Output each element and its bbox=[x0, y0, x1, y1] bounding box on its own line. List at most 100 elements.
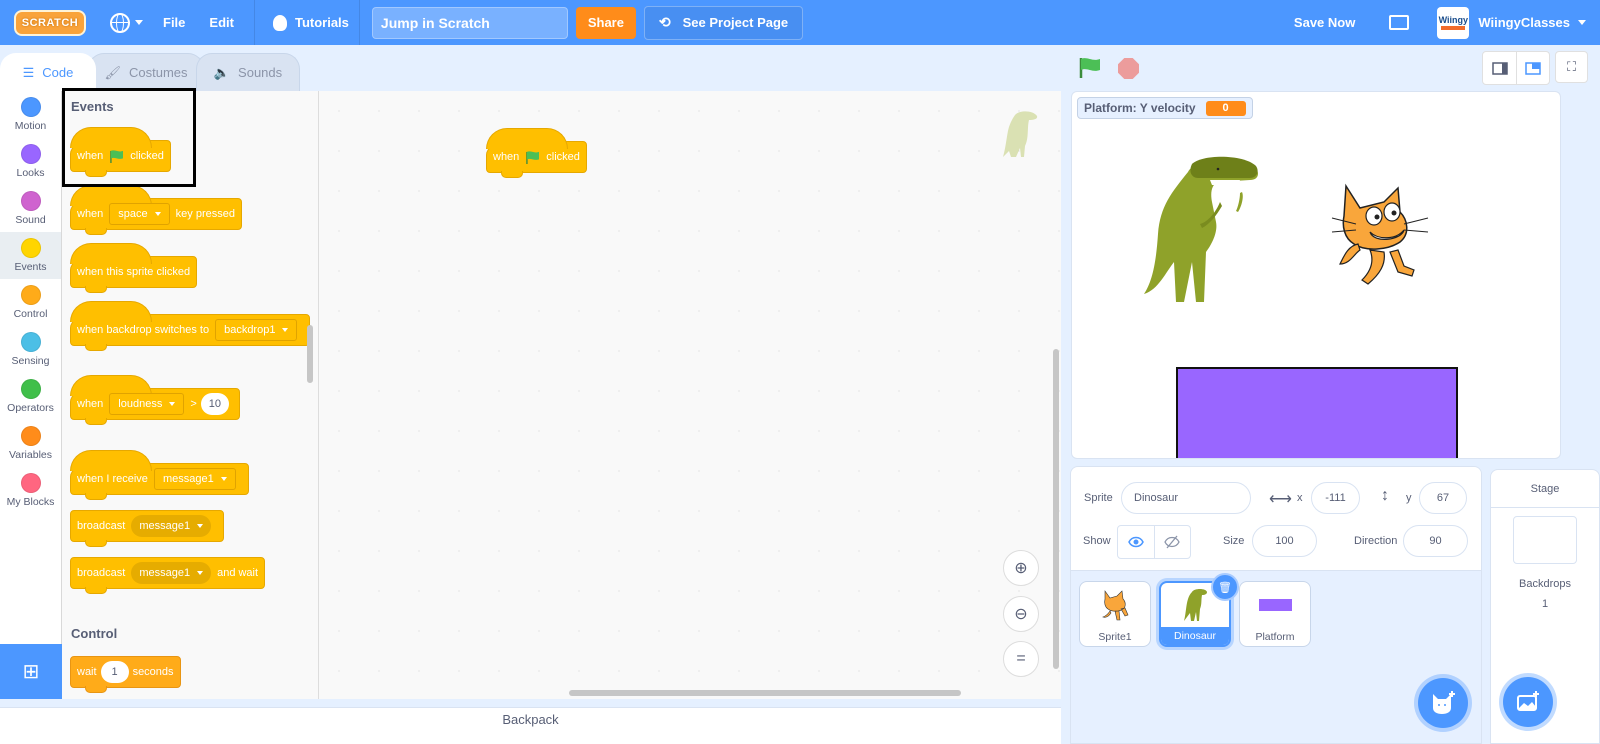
backdrop-thumbnail[interactable] bbox=[1513, 516, 1577, 564]
username[interactable]: WiingyClasses bbox=[1478, 15, 1570, 30]
message-dropdown[interactable]: message1 bbox=[131, 562, 212, 584]
backdrop-dropdown[interactable]: backdrop1 bbox=[215, 319, 298, 341]
visibility-toggle bbox=[1117, 525, 1191, 559]
sprite-tile-sprite1[interactable]: Sprite1 bbox=[1079, 581, 1151, 647]
category-my-blocks[interactable]: My Blocks bbox=[0, 467, 61, 514]
account-chevron-down-icon[interactable] bbox=[1578, 20, 1586, 25]
key-dropdown[interactable]: space bbox=[109, 203, 170, 225]
message-dropdown[interactable]: message1 bbox=[153, 468, 236, 490]
stop-button[interactable] bbox=[1118, 58, 1139, 79]
dropdown-value: message1 bbox=[162, 473, 214, 485]
editor-tabs: ☰ Code 🖌 Costumes 🔈 Sounds bbox=[0, 53, 300, 91]
motion-dot-icon bbox=[20, 97, 41, 117]
show-hidden-button[interactable] bbox=[1155, 526, 1191, 558]
code-workspace[interactable]: when clicked ⊕ ⊖ = bbox=[319, 91, 1061, 699]
backpack[interactable]: Backpack bbox=[0, 707, 1061, 744]
category-label: Operators bbox=[7, 402, 54, 414]
sprite-tile-dinosaur[interactable]: 🗑 Dinosaur bbox=[1159, 573, 1239, 647]
tutorials-button[interactable]: Tutorials bbox=[263, 0, 359, 45]
script-when-flag-clicked[interactable]: when clicked bbox=[486, 128, 587, 178]
direction-input[interactable]: 90 bbox=[1403, 525, 1468, 557]
save-now-button[interactable]: Save Now bbox=[1284, 0, 1365, 45]
zoom-in-button[interactable]: ⊕ bbox=[1003, 550, 1039, 586]
add-extension-icon: ⊞ bbox=[22, 661, 40, 683]
stage-target-pane[interactable]: Stage Backdrops 1 bbox=[1490, 469, 1600, 744]
wait-seconds-input[interactable]: 1 bbox=[100, 661, 129, 683]
category-motion[interactable]: Motion bbox=[0, 91, 61, 138]
category-operators[interactable]: Operators bbox=[0, 373, 61, 420]
scratch-logo[interactable]: SCRATCH bbox=[14, 9, 86, 36]
avatar[interactable]: Wiingy bbox=[1437, 6, 1470, 39]
block-broadcast-and-wait[interactable]: broadcast message1 and wait bbox=[70, 557, 266, 594]
block-when-sprite-clicked[interactable]: when this sprite clicked bbox=[70, 243, 198, 293]
x-position-input[interactable]: -111 bbox=[1311, 482, 1360, 514]
category-variables[interactable]: Variables bbox=[0, 420, 61, 467]
add-extension-button[interactable]: ⊞ bbox=[0, 644, 62, 699]
sensor-dropdown[interactable]: loudness bbox=[109, 393, 185, 415]
category-label: Motion bbox=[14, 120, 47, 132]
tab-costumes[interactable]: 🖌 Costumes bbox=[88, 53, 204, 91]
my-stuff-folder-icon[interactable] bbox=[1389, 15, 1410, 30]
category-events[interactable]: Events bbox=[0, 232, 61, 279]
stage-canvas[interactable]: Platform: Y velocity 0 bbox=[1071, 91, 1561, 459]
variable-monitor: Platform: Y velocity 0 bbox=[1077, 97, 1253, 119]
category-looks[interactable]: Looks bbox=[0, 138, 61, 185]
block-broadcast[interactable]: broadcast message1 bbox=[70, 510, 225, 547]
zoom-reset-button[interactable]: = bbox=[1003, 641, 1039, 677]
sprite-name-input[interactable]: Dinosaur bbox=[1121, 482, 1251, 514]
dinosaur-sprite[interactable] bbox=[1140, 152, 1265, 304]
block-when-key-pressed[interactable]: when space key pressed bbox=[70, 185, 242, 235]
cat-sprite[interactable] bbox=[1330, 180, 1430, 288]
dropdown-value: message1 bbox=[139, 567, 191, 579]
vertical-arrows-icon: ↕ bbox=[1381, 487, 1389, 504]
size-input[interactable]: 100 bbox=[1252, 525, 1317, 557]
normal-stage-icon bbox=[1525, 61, 1541, 75]
block-when-loudness[interactable]: when loudness > 10 bbox=[70, 375, 241, 425]
platform-sprite[interactable] bbox=[1176, 367, 1458, 458]
file-menu[interactable]: File bbox=[153, 0, 195, 45]
share-button[interactable]: Share bbox=[575, 6, 636, 39]
block-text: when this sprite clicked bbox=[77, 266, 191, 278]
fullscreen-button[interactable]: ⛶ bbox=[1555, 51, 1588, 83]
add-backdrop-icon bbox=[1517, 691, 1539, 711]
project-title-input[interactable]: Jump in Scratch bbox=[371, 6, 568, 39]
zoom-out-button[interactable]: ⊖ bbox=[1003, 596, 1039, 632]
workspace-vertical-scrollbar[interactable] bbox=[1053, 349, 1059, 669]
tab-sounds[interactable]: 🔈 Sounds bbox=[196, 53, 300, 91]
stage-label: Stage bbox=[1491, 470, 1599, 508]
workspace-horizontal-scrollbar[interactable] bbox=[569, 690, 961, 696]
add-backdrop-button[interactable] bbox=[1503, 677, 1553, 727]
green-flag-button[interactable] bbox=[1078, 57, 1102, 79]
small-stage-button[interactable] bbox=[1483, 52, 1516, 84]
variables-dot-icon bbox=[20, 426, 41, 446]
dropdown-value: backdrop1 bbox=[224, 324, 276, 336]
show-visible-button[interactable] bbox=[1118, 526, 1155, 558]
sprite-tile-platform[interactable]: Platform bbox=[1239, 581, 1311, 647]
palette-scrollbar[interactable] bbox=[307, 325, 313, 383]
category-sound[interactable]: Sound bbox=[0, 185, 61, 232]
add-sprite-button[interactable] bbox=[1418, 678, 1468, 728]
normal-stage-button[interactable] bbox=[1516, 52, 1549, 84]
see-project-page-button[interactable]: ⟲ See Project Page bbox=[643, 5, 804, 40]
globe-icon bbox=[110, 12, 130, 33]
tab-code[interactable]: ☰ Code bbox=[0, 53, 96, 91]
category-label: Sensing bbox=[11, 355, 50, 367]
edit-menu[interactable]: Edit bbox=[199, 0, 244, 45]
loudness-value-input[interactable]: 10 bbox=[200, 393, 230, 415]
block-wait-seconds[interactable]: wait 1 seconds bbox=[70, 656, 181, 693]
delete-sprite-button[interactable]: 🗑 bbox=[1211, 573, 1239, 601]
block-text: when backdrop switches to bbox=[77, 324, 210, 336]
cat-thumbnail-icon bbox=[1102, 590, 1129, 621]
y-position-input[interactable]: 67 bbox=[1419, 482, 1467, 514]
tab-sounds-label: Sounds bbox=[238, 65, 283, 80]
sprite-label: Sprite bbox=[1084, 492, 1113, 504]
category-label: Control bbox=[13, 308, 48, 320]
category-sensing[interactable]: Sensing bbox=[0, 326, 61, 373]
language-menu[interactable] bbox=[100, 0, 153, 45]
block-when-backdrop-switches[interactable]: when backdrop switches to backdrop1 bbox=[70, 301, 311, 351]
block-when-i-receive[interactable]: when I receive message1 bbox=[70, 450, 249, 500]
category-control[interactable]: Control bbox=[0, 279, 61, 326]
dropdown-caret-icon bbox=[169, 402, 176, 406]
my-blocks-dot-icon bbox=[20, 473, 41, 493]
message-dropdown[interactable]: message1 bbox=[131, 515, 212, 537]
